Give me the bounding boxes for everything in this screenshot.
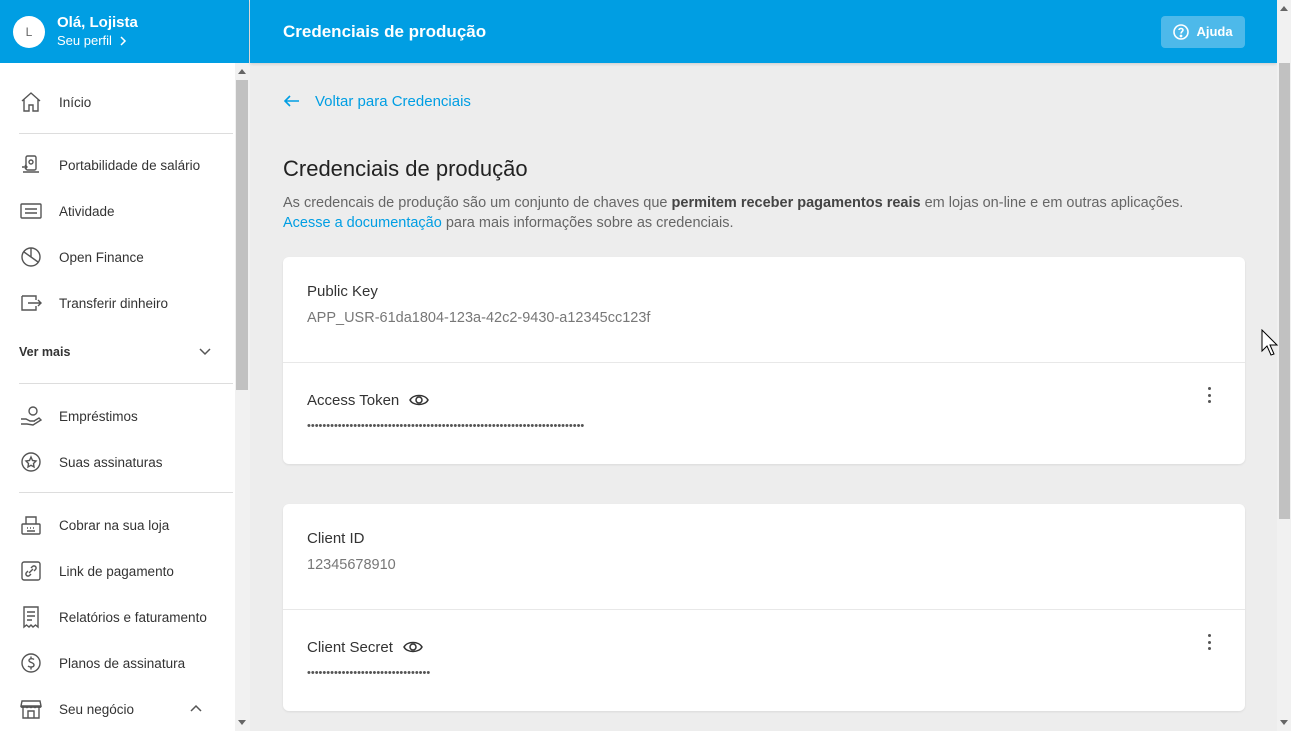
- public-key-row: Public Key APP_USR-61da1804-123a-42c2-94…: [283, 257, 1245, 362]
- divider: [19, 492, 233, 493]
- intro-text-part: para mais informações sobre as credencia…: [441, 215, 734, 231]
- help-button-label: Ajuda: [1196, 24, 1233, 39]
- main-scroll-up-arrow[interactable]: [1280, 6, 1288, 11]
- salary-portability-icon: [19, 153, 43, 177]
- subscription-plans-icon: [19, 651, 43, 675]
- chevron-right-icon: [120, 35, 126, 46]
- more-options-icon[interactable]: [1203, 385, 1215, 405]
- sidebar-item-label: Open Finance: [59, 249, 144, 265]
- client-secret-masked-value: ••••••••••••••••••••••••••••••••: [307, 667, 431, 679]
- reports-icon: [19, 605, 43, 629]
- avatar[interactable]: L: [13, 15, 45, 48]
- arrow-left-icon: [283, 95, 299, 107]
- sidebar-item-link-pagamento[interactable]: Link de pagamento: [0, 551, 235, 591]
- store-icon: [19, 697, 43, 721]
- page-title: Credenciais de produção: [283, 156, 528, 181]
- home-icon: [19, 90, 43, 114]
- sidebar-item-label: Link de pagamento: [59, 563, 174, 579]
- access-token-label: Access Token: [307, 391, 400, 409]
- sidebar-item-seu-negocio[interactable]: Seu negócio: [0, 689, 235, 729]
- client-secret-label: Client Secret: [307, 638, 393, 656]
- access-token-row: Access Token •••••••••••••••••••••••••••…: [283, 362, 1245, 464]
- sidebar-item-label: Portabilidade de salário: [59, 157, 201, 173]
- sidebar-item-planos[interactable]: Planos de assinatura: [0, 643, 235, 683]
- profile-link[interactable]: Seu perfil: [57, 32, 138, 50]
- transfer-icon: [19, 291, 43, 315]
- header-title: Credenciais de produção: [283, 21, 487, 41]
- see-more-toggle[interactable]: Ver mais: [19, 341, 213, 363]
- top-header: Credenciais de produção Ajuda: [250, 0, 1277, 63]
- documentation-link[interactable]: Acesse a documentação: [283, 215, 442, 231]
- back-to-credentials-link[interactable]: Voltar para Credenciais: [283, 92, 471, 110]
- sidebar-item-label: Relatórios e faturamento: [59, 609, 207, 625]
- main-scrollbar-thumb[interactable]: [1279, 63, 1290, 519]
- sidebar-item-atividade[interactable]: Atividade: [0, 191, 235, 231]
- user-greeting: Olá, Lojista: [57, 13, 138, 31]
- sidebar-scrollbar-thumb[interactable]: [236, 80, 248, 390]
- user-info: Olá, Lojista Seu perfil: [57, 14, 138, 50]
- loans-icon: [19, 404, 43, 428]
- client-secret-label-wrap: Client Secret: [307, 637, 1245, 657]
- sidebar-item-relatorios[interactable]: Relatórios e faturamento: [0, 597, 235, 637]
- credentials-card-client: Client ID 12345678910 Client Secret ••••…: [283, 504, 1245, 711]
- sidebar-item-label: Planos de assinatura: [59, 655, 186, 671]
- sidebar-scroll-down-arrow[interactable]: [238, 720, 246, 725]
- client-id-value[interactable]: 12345678910: [307, 557, 1245, 573]
- sidebar-header: L Olá, Lojista Seu perfil: [0, 0, 249, 63]
- access-token-label-wrap: Access Token: [307, 390, 1245, 410]
- sidebar-item-open-finance[interactable]: Open Finance: [0, 237, 235, 277]
- sidebar-item-assinaturas[interactable]: Suas assinaturas: [0, 442, 235, 482]
- profile-link-label: Seu perfil: [57, 32, 112, 48]
- sidebar-item-label: Atividade: [59, 203, 115, 219]
- more-options-icon[interactable]: [1203, 632, 1215, 652]
- sidebar-item-label: Transferir dinheiro: [59, 295, 169, 311]
- mouse-cursor-icon: [1261, 329, 1279, 356]
- credentials-card-keys: Public Key APP_USR-61da1804-123a-42c2-94…: [283, 257, 1245, 464]
- access-token-masked-value: ••••••••••••••••••••••••••••••••••••••••…: [307, 420, 585, 432]
- help-icon: [1173, 23, 1190, 40]
- public-key-value[interactable]: APP_USR-61da1804-123a-42c2-9430-a12345cc…: [307, 310, 1245, 326]
- client-secret-row: Client Secret ••••••••••••••••••••••••••…: [283, 609, 1245, 711]
- sidebar-item-portabilidade[interactable]: Portabilidade de salário: [0, 145, 235, 185]
- chevron-down-icon: [197, 343, 213, 362]
- chevron-up-icon: [188, 701, 204, 720]
- sidebar-item-emprestimos[interactable]: Empréstimos: [0, 396, 235, 436]
- see-more-label: Ver mais: [19, 345, 71, 359]
- open-finance-icon: [19, 245, 43, 269]
- cash-register-icon: [19, 513, 43, 537]
- sidebar-item-label: Empréstimos: [59, 408, 138, 424]
- payment-link-icon: [19, 559, 43, 583]
- sidebar-nav: Início Portabilidade de salário Atividad…: [0, 63, 235, 731]
- eye-icon[interactable]: [403, 637, 423, 657]
- help-button[interactable]: Ajuda: [1161, 15, 1245, 48]
- sidebar-item-inicio[interactable]: Início: [0, 82, 235, 122]
- divider: [19, 383, 233, 384]
- intro-text-bold: permitem receber pagamentos reais: [671, 195, 921, 211]
- eye-icon[interactable]: [409, 390, 430, 410]
- sidebar-item-transferir[interactable]: Transferir dinheiro: [0, 283, 235, 323]
- intro-text-part: As credencais de produção são um conjunt…: [283, 195, 672, 211]
- sidebar-item-label: Seu negócio: [59, 701, 135, 717]
- sidebar-item-label: Cobrar na sua loja: [59, 517, 170, 533]
- sidebar-scroll-up-arrow[interactable]: [238, 69, 246, 74]
- sidebar-item-label: Suas assinaturas: [59, 454, 163, 470]
- divider: [19, 133, 233, 134]
- main-scroll-down-arrow[interactable]: [1280, 720, 1288, 725]
- client-id-row: Client ID 12345678910: [283, 504, 1245, 609]
- back-link-label: Voltar para Credenciais: [315, 92, 471, 110]
- sidebar-item-label: Início: [59, 94, 92, 110]
- activity-icon: [19, 199, 43, 223]
- intro-text: As credencais de produção são um conjunt…: [283, 193, 1213, 233]
- public-key-label: Public Key: [307, 283, 378, 300]
- intro-text-part: em lojas on-line e em outras aplicações.: [920, 195, 1184, 211]
- client-id-label: Client ID: [307, 530, 365, 547]
- sidebar-item-cobrar[interactable]: Cobrar na sua loja: [0, 505, 235, 545]
- subscriptions-icon: [19, 450, 43, 474]
